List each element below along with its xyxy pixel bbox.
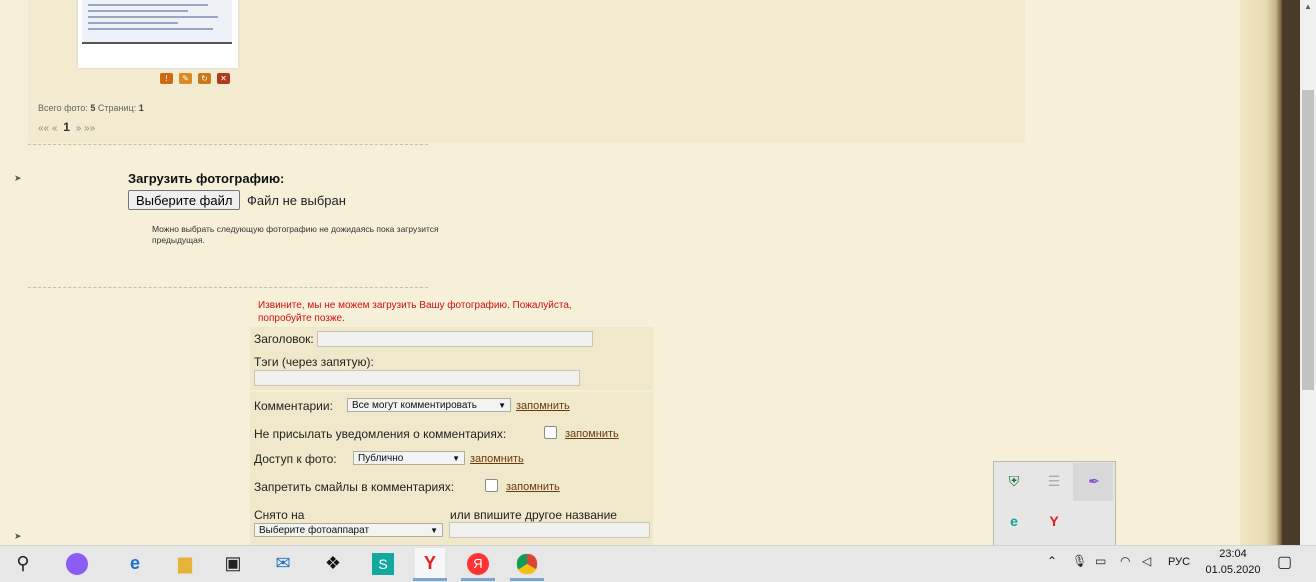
yandex-browser-icon[interactable]: Y: [415, 548, 445, 578]
divider: [28, 287, 428, 288]
comments-label: Комментарии:: [254, 399, 333, 413]
thumbnail-preview: [82, 0, 232, 44]
camera-select-value: Выберите фотоаппарат: [259, 525, 370, 536]
info-icon[interactable]: !: [160, 73, 173, 84]
file-status: Файл не выбран: [247, 193, 346, 208]
access-label: Доступ к фото:: [254, 452, 337, 466]
bullet-arrow-icon: ➤: [14, 173, 22, 183]
microphone-icon[interactable]: 🎙: [1072, 554, 1087, 568]
remember-access-link[interactable]: запомнить: [470, 453, 524, 465]
app-s-icon[interactable]: S: [368, 548, 398, 578]
alice-assistant-icon[interactable]: [62, 548, 92, 578]
language-indicator[interactable]: РУС: [1168, 556, 1190, 568]
yandex-browser-icon[interactable]: Y: [1043, 510, 1065, 532]
thumbnail-line: [88, 28, 213, 30]
stats-label: Всего фото:: [38, 103, 88, 113]
upload-error-message: Извините, мы не можем загрузить Вашу фот…: [258, 300, 572, 324]
no-notify-label: Не присылать уведомления о комментариях:: [254, 427, 507, 441]
notifications-icon[interactable]: ▢: [1277, 552, 1292, 572]
upload-title: Загрузить фотографию:: [128, 171, 285, 186]
wifi-icon[interactable]: ◠: [1120, 554, 1130, 568]
pager-first-link[interactable]: «« «: [38, 123, 57, 134]
choose-file-button[interactable]: Выберите файл: [128, 190, 241, 210]
pages-count: 1: [138, 103, 144, 113]
remember-smiles-link[interactable]: запомнить: [506, 481, 560, 493]
security-shield-icon[interactable]: ⛨: [1003, 470, 1025, 492]
clock-date: 01.05.2020: [1205, 564, 1261, 576]
tags-label: Тэги (через запятую):: [254, 355, 374, 369]
thumbnail-line: [88, 10, 188, 12]
edge-browser-icon[interactable]: e: [120, 548, 150, 578]
chevron-down-icon: ▼: [498, 401, 506, 410]
rotate-icon[interactable]: ↻: [198, 73, 211, 84]
access-select-value: Публично: [358, 453, 404, 464]
title-input[interactable]: [317, 331, 593, 347]
page-border-decoration: [1282, 0, 1300, 545]
gallery-stats: Всего фото: 5 Страниц: 1: [38, 103, 144, 113]
pagination: «« « 1 » »»: [38, 120, 95, 134]
tags-input[interactable]: [254, 370, 580, 386]
no-smiles-label: Запретить смайлы в комментариях:: [254, 480, 455, 494]
camera-name-input[interactable]: [449, 522, 650, 538]
title-label: Заголовок:: [254, 332, 314, 346]
mail-icon[interactable]: ✉: [268, 548, 298, 578]
battery-icon[interactable]: ▭: [1095, 554, 1106, 568]
pager-last-link[interactable]: » »»: [76, 123, 95, 134]
paper-edge-decoration: [1240, 0, 1282, 545]
thumbnail-line: [88, 4, 208, 6]
feather-icon[interactable]: ✒: [1083, 470, 1105, 492]
bullet-arrow-icon: ➤: [14, 531, 22, 541]
volume-icon[interactable]: ◁: [1142, 554, 1151, 568]
chrome-icon[interactable]: [512, 548, 542, 578]
delete-icon[interactable]: ✕: [217, 73, 230, 84]
scroll-up-arrow-icon[interactable]: ▲: [1300, 0, 1316, 14]
thumbnail-line: [88, 22, 178, 24]
store-icon[interactable]: ▣: [218, 548, 248, 578]
pages-label: Страниц:: [97, 103, 137, 113]
pager-current-page: 1: [63, 120, 70, 134]
comments-select[interactable]: Все могут комментировать ▼: [347, 398, 511, 412]
dropbox-icon[interactable]: ❖: [318, 548, 348, 578]
clock-time: 23:04: [1219, 548, 1247, 560]
photo-action-icons: ! ✎ ↻ ✕: [160, 73, 230, 84]
divider: [28, 144, 428, 145]
other-name-label: или впишите другое название: [450, 508, 617, 522]
chevron-down-icon: ▼: [452, 454, 460, 463]
upload-hint: Можно выбрать следующую фотографию не до…: [152, 224, 439, 245]
thumbnail-line: [88, 16, 218, 18]
notes-icon[interactable]: ☰: [1043, 470, 1065, 492]
photo-thumbnail[interactable]: [78, 0, 238, 68]
system-clock[interactable]: 23:04 01.05.2020: [1203, 546, 1263, 578]
file-explorer-icon[interactable]: ▆: [170, 548, 200, 578]
comments-select-value: Все могут комментировать: [352, 400, 477, 411]
eset-icon[interactable]: e: [1003, 510, 1025, 532]
camera-label: Снято на: [254, 508, 305, 522]
no-smiles-checkbox[interactable]: [485, 479, 498, 492]
camera-select[interactable]: Выберите фотоаппарат ▼: [254, 523, 443, 537]
chevron-down-icon: ▼: [430, 526, 438, 535]
stats-count: 5: [90, 103, 96, 113]
remember-notify-link[interactable]: запомнить: [565, 428, 619, 440]
remember-comments-link[interactable]: запомнить: [516, 400, 570, 412]
show-hidden-icons-chevron-icon[interactable]: ⌃: [1047, 554, 1057, 568]
search-icon[interactable]: ⚲: [8, 548, 38, 578]
yandex-icon[interactable]: Я: [463, 548, 493, 578]
edit-icon[interactable]: ✎: [179, 73, 192, 84]
access-select[interactable]: Публично ▼: [353, 451, 465, 465]
no-notify-checkbox[interactable]: [544, 426, 557, 439]
scrollbar-thumb[interactable]: [1302, 90, 1314, 390]
